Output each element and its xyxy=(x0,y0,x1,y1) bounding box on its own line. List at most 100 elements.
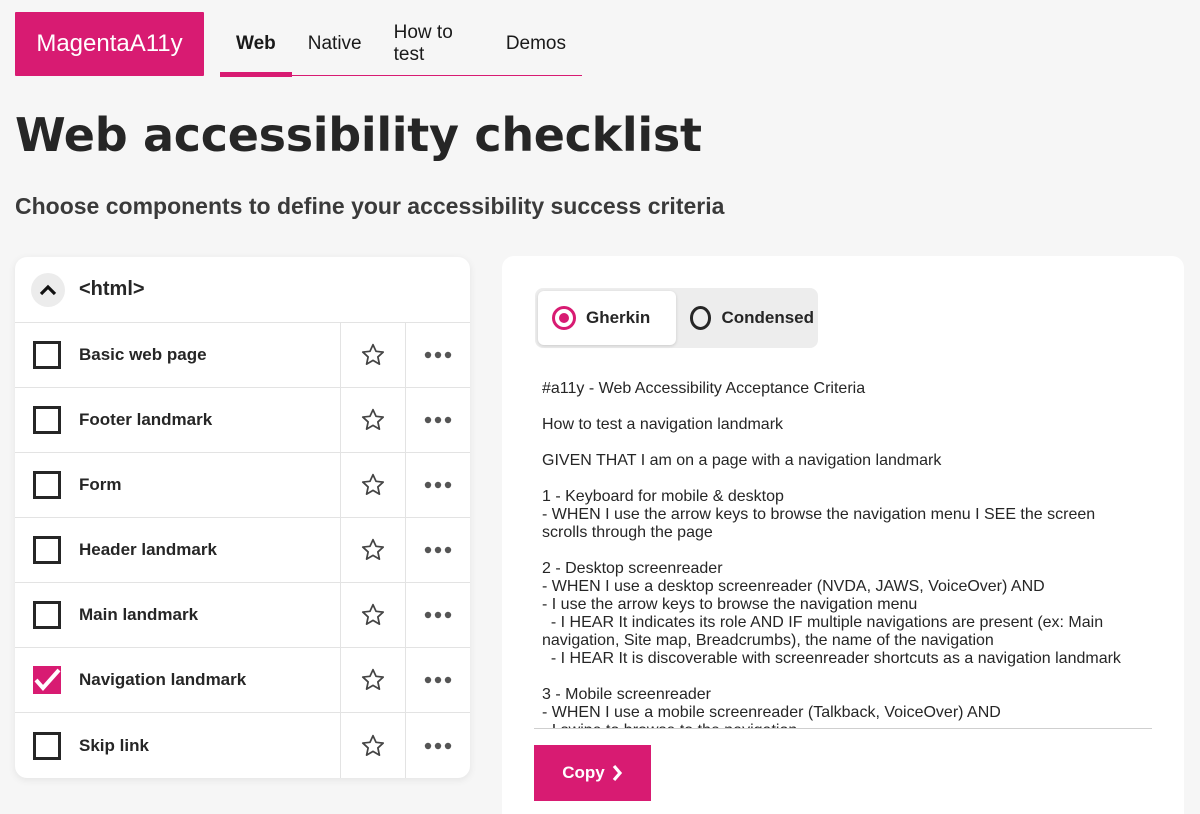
more-options-button[interactable] xyxy=(405,583,470,647)
format-option-condensed[interactable]: Condensed xyxy=(676,291,814,345)
checkbox[interactable] xyxy=(33,731,61,760)
criteria-line: - I use the arrow keys to browse the nav… xyxy=(542,596,918,613)
favorite-button[interactable] xyxy=(340,388,405,452)
checklist-row: Footer landmark xyxy=(15,388,470,453)
star-icon xyxy=(361,538,385,560)
component-checklist: <html> Basic web page Footer landmark Form… xyxy=(15,257,470,778)
favorite-button[interactable] xyxy=(340,518,405,582)
more-options-button[interactable] xyxy=(405,713,470,778)
criteria-line: How to test a navigation landmark xyxy=(542,416,784,433)
favorite-button[interactable] xyxy=(340,323,405,387)
checklist-item[interactable]: Header landmark xyxy=(15,518,340,582)
checklist-item-label: Header landmark xyxy=(79,540,217,559)
format-option-label: Gherkin xyxy=(586,308,651,327)
star-icon xyxy=(361,343,385,365)
site-logo[interactable]: MagentaA11y xyxy=(15,12,204,76)
favorite-button[interactable] xyxy=(340,713,405,778)
criteria-line: #a11y - Web Accessibility Acceptance Cri… xyxy=(542,380,866,397)
checklist-item-label: Main landmark xyxy=(79,605,199,624)
checkbox[interactable] xyxy=(33,601,61,629)
radio-unselected-icon xyxy=(690,306,712,330)
criteria-line: 2 - Desktop screenreader xyxy=(542,560,723,577)
checklist-item-label: Form xyxy=(79,475,122,494)
star-icon xyxy=(361,603,385,625)
checklist-row: Form xyxy=(15,453,470,518)
main-nav: Web Native How to test Demos xyxy=(220,12,582,77)
checklist-row: Basic web page xyxy=(15,323,470,388)
criteria-text[interactable]: #a11y - Web Accessibility Acceptance Cri… xyxy=(542,380,1152,728)
checklist-item[interactable]: Form xyxy=(15,453,340,517)
checkbox-checked[interactable] xyxy=(33,666,61,694)
nav-web[interactable]: Web xyxy=(220,12,292,77)
more-options-button[interactable] xyxy=(405,648,470,712)
nav-native[interactable]: Native xyxy=(292,12,378,76)
format-toggle: Gherkin Condensed xyxy=(535,288,818,348)
checklist-row: Main landmark xyxy=(15,583,470,648)
checklist-item-label: Navigation landmark xyxy=(79,670,247,689)
group-header: <html> xyxy=(15,257,470,323)
divider xyxy=(534,728,1152,729)
criteria-line xyxy=(542,398,1152,416)
favorite-button[interactable] xyxy=(340,453,405,517)
checklist-row: Navigation landmark xyxy=(15,648,470,713)
checklist-item[interactable]: Navigation landmark xyxy=(15,648,340,712)
radio-selected-icon xyxy=(552,306,576,330)
criteria-line: 1 - Keyboard for mobile & desktop xyxy=(542,488,784,505)
criteria-line: - WHEN I use a mobile screenreader (Talk… xyxy=(542,704,1001,721)
checklist-item-label: Basic web page xyxy=(79,345,207,364)
checklist-item[interactable]: Footer landmark xyxy=(15,388,340,452)
checklist-item[interactable]: Basic web page xyxy=(15,323,340,387)
checklist-item-label: Skip link xyxy=(79,735,149,755)
checklist-row: Header landmark xyxy=(15,518,470,583)
favorite-button[interactable] xyxy=(340,583,405,647)
criteria-line: - I HEAR It is discoverable with screenr… xyxy=(542,650,1121,667)
more-icon xyxy=(424,416,452,424)
format-option-gherkin[interactable]: Gherkin xyxy=(538,291,676,345)
favorite-button[interactable] xyxy=(340,648,405,712)
nav-demos[interactable]: Demos xyxy=(490,12,582,76)
more-options-button[interactable] xyxy=(405,453,470,517)
copy-button[interactable]: Copy xyxy=(534,745,651,801)
more-icon xyxy=(424,351,452,359)
checkmark-icon xyxy=(32,667,62,693)
criteria-line: - WHEN I use a desktop screenreader (NVD… xyxy=(542,578,1045,595)
more-options-button[interactable] xyxy=(405,518,470,582)
checkbox[interactable] xyxy=(33,536,61,564)
criteria-line: GIVEN THAT I am on a page with a navigat… xyxy=(542,452,942,469)
more-icon xyxy=(424,546,452,554)
criteria-line: 3 - Mobile screenreader xyxy=(542,686,711,703)
collapse-button[interactable] xyxy=(31,272,65,307)
chevron-right-icon xyxy=(612,764,622,782)
star-icon xyxy=(361,408,385,430)
checkbox[interactable] xyxy=(33,406,61,434)
more-icon xyxy=(424,611,452,619)
criteria-line xyxy=(542,542,1152,560)
criteria-output-panel: Gherkin Condensed #a11y - Web Accessibil… xyxy=(502,256,1184,814)
criteria-line: - WHEN I use the arrow keys to browse th… xyxy=(542,506,1096,523)
criteria-line: navigation, Site map, Breadcrumbs), the … xyxy=(542,632,994,649)
more-icon xyxy=(424,676,452,684)
star-icon xyxy=(361,668,385,690)
nav-how-to-test[interactable]: How to test xyxy=(378,12,490,76)
criteria-line: - I HEAR It indicates its role AND IF mu… xyxy=(542,614,1104,631)
chevron-up-icon xyxy=(39,284,57,295)
more-options-button[interactable] xyxy=(405,388,470,452)
checklist-row: Skip link xyxy=(15,713,470,778)
group-title: <html> xyxy=(79,278,145,300)
page-subtitle: Choose components to define your accessi… xyxy=(15,193,725,219)
copy-button-label: Copy xyxy=(562,763,605,782)
format-option-label: Condensed xyxy=(721,308,814,327)
page-title: Web accessibility checklist xyxy=(15,108,702,162)
checkbox[interactable] xyxy=(33,341,61,369)
checklist-item-label: Footer landmark xyxy=(79,410,213,429)
criteria-line: scrolls through the page xyxy=(542,524,713,541)
checkbox[interactable] xyxy=(33,471,61,499)
checklist-item[interactable]: Main landmark xyxy=(15,583,340,647)
more-icon xyxy=(424,481,452,489)
star-icon xyxy=(361,473,385,495)
more-options-button[interactable] xyxy=(405,323,470,387)
more-icon xyxy=(424,742,452,749)
criteria-line xyxy=(542,668,1152,686)
criteria-line xyxy=(542,470,1152,488)
checklist-item[interactable]: Skip link xyxy=(15,713,340,778)
